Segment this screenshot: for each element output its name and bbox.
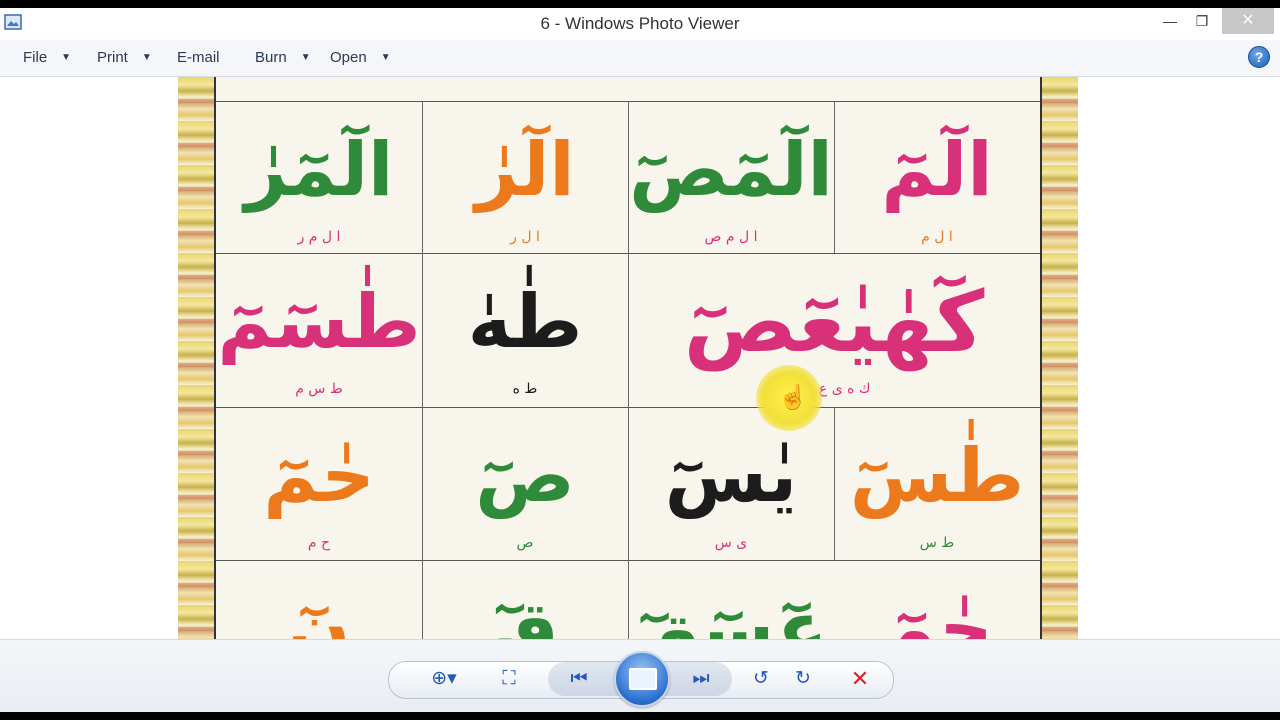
open-menu[interactable]: Open ▼ xyxy=(330,49,391,66)
close-button[interactable]: ✕ xyxy=(1222,8,1274,34)
displayed-photo: الٓمٓ ا ل م الٓمٓصٓ ا ل م ص الٓرٰ ا ل ر … xyxy=(178,77,1080,639)
cell-letters: ك ه ى ع ص xyxy=(797,381,871,397)
rotate-right-icon: ↻ xyxy=(795,668,811,689)
chevron-down-icon: ▼ xyxy=(61,52,72,63)
actual-size-button[interactable]: ⛶ xyxy=(492,664,526,694)
rotate-clockwise-button[interactable]: ↻ xyxy=(786,664,820,694)
cell-big-text: الٓمٓ xyxy=(881,127,993,213)
letters-cell: حٰمٓ ح م xyxy=(216,407,422,559)
cell-letters: ى س xyxy=(714,535,748,551)
image-viewport[interactable]: الٓمٓ ا ل م الٓمٓصٓ ا ل م ص الٓرٰ ا ل ر … xyxy=(0,77,1280,639)
file-menu-label: File xyxy=(23,49,48,66)
letters-cell: الٓرٰ ا ل ر xyxy=(422,101,628,253)
letters-cell: كٓهٰيٰعٓصٓ ك ه ى ع ص xyxy=(628,253,1040,405)
print-menu-label: Print xyxy=(97,49,128,66)
cell-letters: ا ل ر xyxy=(510,229,540,245)
border-line xyxy=(1040,77,1042,639)
letters-cell: طٰسٓ ط س xyxy=(834,407,1040,559)
cell-big-text: حٰمٓ xyxy=(881,586,993,639)
cell-letters: ط س م xyxy=(295,381,343,397)
previous-icon: ⏮ xyxy=(570,668,588,689)
letters-cell: طٰهٰ ط ه xyxy=(422,253,628,405)
next-icon: ⏭ xyxy=(692,668,710,689)
hand-pointer-icon: ☝ xyxy=(778,384,808,411)
decorative-border-left xyxy=(178,77,214,639)
menu-bar: File ▼ Print ▼ E-mail Burn ▼ Open ▼ ? xyxy=(0,40,1280,77)
letters-cell: الٓمٓرٰ ا ل م ر xyxy=(216,101,422,253)
letters-cell: يٰسٓ ى س xyxy=(628,407,834,559)
letters-cell: حٰمٓ xyxy=(834,560,1040,639)
cell-big-text: قٓ xyxy=(491,586,559,639)
window-title: 6 - Windows Photo Viewer xyxy=(540,14,740,33)
letters-cell: قٓ xyxy=(422,560,628,639)
cell-big-text: طٰهٰ xyxy=(467,279,583,365)
cell-big-text: طٰسٓ xyxy=(849,433,1025,519)
rotate-counterclockwise-button[interactable]: ↺ xyxy=(744,664,778,694)
cell-big-text: نٓ xyxy=(287,586,351,639)
file-menu[interactable]: File ▼ xyxy=(23,49,71,66)
cell-big-text: عٓسٓقٓ xyxy=(634,586,828,639)
open-menu-label: Open xyxy=(330,49,367,66)
chevron-down-icon: ▼ xyxy=(141,52,152,63)
cell-big-text: طٰسٓمٓ xyxy=(217,279,421,365)
zoom-button[interactable]: ⊕▾ xyxy=(422,664,466,694)
cell-big-text: حٰمٓ xyxy=(263,433,375,519)
burn-menu[interactable]: Burn ▼ xyxy=(255,49,311,66)
cell-letters: ا ل م ص xyxy=(704,229,758,245)
cell-letters: ا ل م xyxy=(921,229,953,245)
cell-big-text: صٓ xyxy=(475,433,575,519)
letters-cell: صٓ ص xyxy=(422,407,628,559)
delete-icon: ✕ xyxy=(850,666,870,691)
decorative-border-right xyxy=(1042,77,1078,639)
previous-button[interactable]: ⏮ xyxy=(562,664,596,694)
letters-cell: الٓمٓصٓ ا ل م ص xyxy=(628,101,834,253)
bottom-toolbar: ⊕▾ ⛶ ⏮ ⏭ ↺ ↻ ✕ xyxy=(0,639,1280,712)
cell-big-text: الٓمٓصٓ xyxy=(629,127,833,213)
email-menu-label: E-mail xyxy=(177,49,220,66)
letters-grid: الٓمٓ ا ل م الٓمٓصٓ ا ل م ص الٓرٰ ا ل ر … xyxy=(216,77,1040,639)
slideshow-icon xyxy=(629,668,657,690)
cell-big-text: الٓمٓرٰ xyxy=(244,127,394,213)
burn-menu-label: Burn xyxy=(255,49,287,66)
cell-letters: ط س xyxy=(919,535,955,551)
cell-big-text: يٰسٓ xyxy=(664,433,798,519)
photo-viewer-window: 6 - Windows Photo Viewer — ❐ ✕ File ▼ Pri… xyxy=(0,8,1280,712)
cell-letters: ح م xyxy=(307,535,331,551)
letters-cell: نٓ xyxy=(216,560,422,639)
cell-big-text: كٓهٰيٰعٓصٓ xyxy=(683,273,985,371)
chevron-down-icon: ▼ xyxy=(300,52,311,63)
cell-letters: ص xyxy=(516,535,534,551)
next-button[interactable]: ⏭ xyxy=(684,664,718,694)
letters-cell: عٓسٓقٓ xyxy=(628,560,834,639)
print-menu[interactable]: Print ▼ xyxy=(97,49,152,66)
rotate-left-icon: ↺ xyxy=(753,668,769,689)
letters-cell: طٰسٓمٓ ط س م xyxy=(216,253,422,405)
chevron-down-icon: ▼ xyxy=(380,52,391,63)
restore-button[interactable]: ❐ xyxy=(1188,8,1216,34)
minimize-button[interactable]: — xyxy=(1156,8,1184,34)
delete-button[interactable]: ✕ xyxy=(843,664,877,694)
help-icon[interactable]: ? xyxy=(1248,46,1270,68)
cell-letters: ط ه xyxy=(512,381,538,397)
letters-cell: الٓمٓ ا ل م xyxy=(834,101,1040,253)
email-menu[interactable]: E-mail xyxy=(177,49,220,66)
zoom-icon: ⊕▾ xyxy=(431,668,457,689)
cell-big-text: الٓرٰ xyxy=(475,127,575,213)
fit-to-window-icon: ⛶ xyxy=(502,668,516,689)
cell-letters: ا ل م ر xyxy=(297,229,341,245)
title-bar: 6 - Windows Photo Viewer — ❐ ✕ xyxy=(0,8,1280,40)
slideshow-button[interactable] xyxy=(614,651,670,707)
